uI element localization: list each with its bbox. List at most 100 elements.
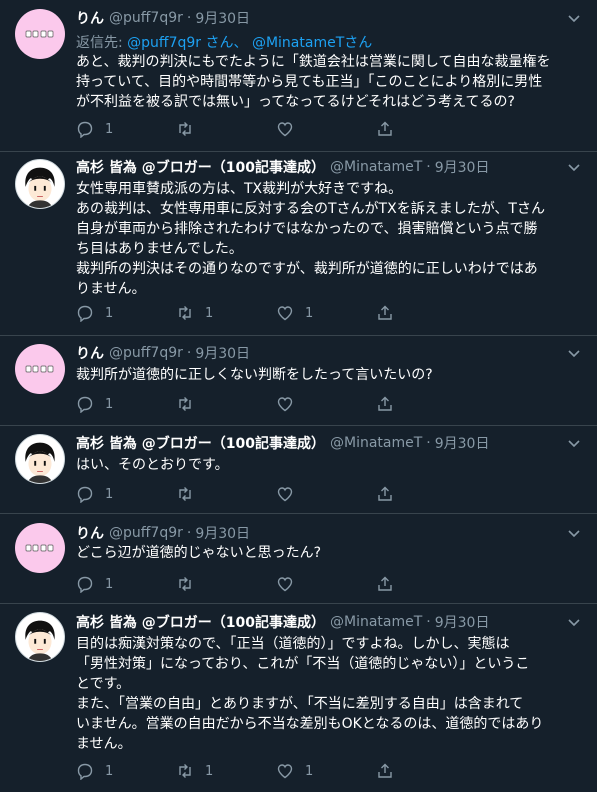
reply-icon (77, 396, 93, 413)
retweet-button[interactable]: 1 (176, 303, 276, 323)
tweet[interactable]: 高杉 皆為 @ブロガー（100記事達成） @MinatameT · 9月30日 … (0, 152, 597, 336)
separator-dot: · (186, 10, 192, 26)
share-button[interactable] (376, 303, 476, 323)
tweet-text: 裁判所が道徳的に正しくない判断をしたって言いたいの? (76, 365, 581, 385)
retweet-icon (179, 306, 191, 320)
share-button[interactable] (376, 574, 476, 594)
chevron-down-icon[interactable] (566, 525, 582, 541)
like-button[interactable]: 1 (276, 303, 376, 323)
author-name[interactable]: 高杉 皆為 @ブロガー（100記事達成） (76, 157, 325, 177)
reply-icon (77, 486, 93, 503)
share-button[interactable] (376, 761, 476, 781)
author-name[interactable]: りん (76, 343, 104, 363)
like-button[interactable] (276, 119, 376, 139)
tweet[interactable]: 高杉 皆為 @ブロガー（100記事達成） @MinatameT · 9月30日 … (0, 604, 597, 792)
reply-button[interactable]: 1 (76, 119, 176, 139)
takasugi-avatar-icon (25, 442, 55, 483)
avatar[interactable] (15, 523, 65, 573)
author-handle[interactable]: @puff7q9r (109, 10, 183, 26)
heart-icon (277, 397, 293, 412)
reply-count: 1 (105, 121, 114, 137)
retweet-button[interactable] (176, 574, 276, 594)
like-count: 1 (305, 305, 314, 321)
tweet-text-line: どこら辺が道徳的じゃないと思ったん? (76, 545, 322, 561)
tweet-text-line: ち目はありませんでした。 (76, 241, 243, 257)
retweet-button[interactable] (176, 394, 276, 414)
share-icon (378, 486, 392, 501)
tweet[interactable]: りん @puff7q9r · 9月30日 返信先: @puff7q9r さん、 … (0, 0, 597, 152)
tweet-date[interactable]: 9月30日 (435, 157, 490, 177)
reply-button[interactable]: 1 (76, 394, 176, 414)
reply-mention[interactable]: @puff7q9r (127, 35, 201, 51)
tweet-text-line: はい、そのとおりです。 (76, 457, 229, 473)
reply-count: 1 (105, 576, 114, 592)
like-button[interactable] (276, 574, 376, 594)
like-count: 1 (305, 763, 314, 779)
author-name[interactable]: 高杉 皆為 @ブロガー（100記事達成） (76, 433, 325, 453)
tweet-text: あと、裁判の判決にもでたように「鉄道会社は営業に関して自由な裁量権を 持っていて… (76, 52, 581, 112)
share-button[interactable] (376, 484, 476, 504)
retweet-button[interactable]: 1 (176, 761, 276, 781)
reply-button[interactable]: 1 (76, 303, 176, 323)
avatar[interactable] (15, 344, 65, 394)
retweet-icon (179, 577, 191, 591)
tweet[interactable]: 高杉 皆為 @ブロガー（100記事達成） @MinatameT · 9月30日 … (0, 426, 597, 514)
share-icon (378, 576, 392, 591)
tweet-text-line: りません。 (76, 281, 146, 297)
like-button[interactable]: 1 (276, 761, 376, 781)
like-button[interactable] (276, 394, 376, 414)
author-name[interactable]: りん (76, 523, 104, 543)
chevron-down-icon[interactable] (566, 345, 582, 361)
avatar[interactable] (15, 9, 65, 59)
rin-avatar-icon (25, 30, 54, 38)
rin-avatar-icon (25, 365, 54, 373)
takasugi-avatar-icon (25, 620, 55, 661)
tweet[interactable]: りん @puff7q9r · 9月30日 裁判所が道徳的に正しくない判断をしたっ… (0, 336, 597, 426)
tweet-text: 女性専用車賛成派の方は、TX裁判が大好きですね。 あの裁判は、女性専用車に反対す… (76, 179, 581, 299)
retweet-button[interactable] (176, 484, 276, 504)
author-handle[interactable]: @puff7q9r (109, 345, 183, 361)
avatar[interactable] (15, 159, 65, 209)
reply-count: 1 (105, 396, 114, 412)
tweet-text-line: ません。 (76, 736, 132, 752)
like-button[interactable] (276, 484, 376, 504)
tweet-date[interactable]: 9月30日 (435, 433, 490, 453)
author-handle[interactable]: @MinatameT (330, 435, 422, 451)
tweet-date[interactable]: 9月30日 (435, 612, 490, 632)
reply-mention[interactable]: @MinatameT (252, 35, 344, 51)
takasugi-avatar-icon (25, 167, 55, 208)
chevron-down-icon[interactable] (566, 159, 582, 175)
separator-dot: · (186, 525, 192, 541)
share-button[interactable] (376, 394, 476, 414)
tweet-date[interactable]: 9月30日 (195, 523, 250, 543)
tweet-date[interactable]: 9月30日 (195, 343, 250, 363)
reply-button[interactable]: 1 (76, 574, 176, 594)
chevron-down-icon[interactable] (566, 614, 582, 630)
author-handle[interactable]: @puff7q9r (109, 525, 183, 541)
tweet-text-line: あと、裁判の判決にもでたように「鉄道会社は営業に関して自由な裁量権を (76, 54, 551, 70)
tweet-text-line: いません。営業の自由だから不当な差別もOKとなるのは、道徳的ではあり (76, 716, 544, 732)
separator-dot: · (426, 614, 431, 630)
heart-icon (277, 306, 293, 321)
retweet-button[interactable] (176, 119, 276, 139)
author-name[interactable]: りん (76, 8, 104, 28)
chevron-down-icon[interactable] (566, 10, 582, 26)
reply-button[interactable]: 1 (76, 761, 176, 781)
tweet-text-line: とです。 (76, 676, 131, 692)
share-button[interactable] (376, 119, 476, 139)
avatar[interactable] (15, 612, 65, 662)
chevron-down-icon[interactable] (566, 435, 582, 451)
reply-button[interactable]: 1 (76, 484, 176, 504)
separator-dot: · (186, 345, 192, 361)
heart-icon (277, 764, 293, 779)
share-icon (378, 305, 392, 320)
tweet-text-line: が不利益を被る訳では無い」ってなってるけどそれはどう考えてるの? (76, 94, 515, 110)
tweet[interactable]: りん @puff7q9r · 9月30日 どこら辺が道徳的じゃないと思ったん? … (0, 514, 597, 604)
heart-icon (277, 487, 293, 502)
author-handle[interactable]: @MinatameT (330, 614, 422, 630)
tweet-date[interactable]: 9月30日 (195, 8, 250, 28)
tweet-text-line: 女性専用車賛成派の方は、TX裁判が大好きですね。 (76, 181, 403, 197)
author-name[interactable]: 高杉 皆為 @ブロガー（100記事達成） (76, 612, 325, 632)
author-handle[interactable]: @MinatameT (330, 159, 422, 175)
avatar[interactable] (15, 434, 65, 484)
